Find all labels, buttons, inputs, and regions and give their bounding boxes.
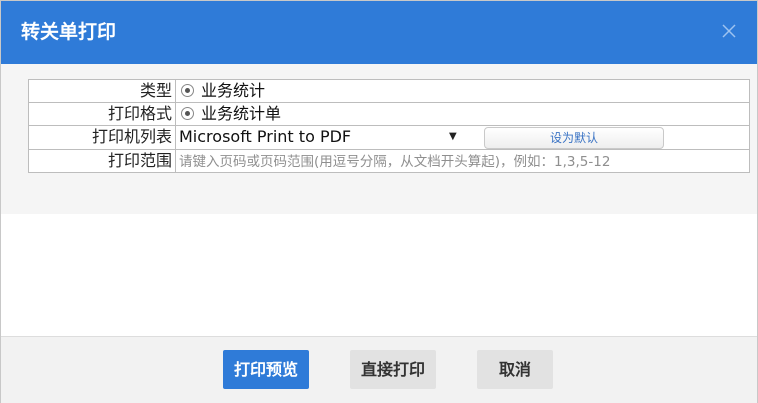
type-value: 业务统计 — [201, 81, 266, 100]
close-icon[interactable] — [719, 21, 739, 41]
type-value-cell: 业务统计 — [175, 79, 750, 103]
range-value-cell — [175, 148, 750, 173]
print-preview-button[interactable]: 打印预览 — [223, 350, 309, 389]
direct-print-button[interactable]: 直接打印 — [350, 350, 436, 389]
printer-row: 打印机列表 Microsoft Print to PDF ▼ 设为默认 — [28, 125, 750, 150]
printer-value-cell: Microsoft Print to PDF ▼ 设为默认 — [175, 125, 750, 150]
format-label: 打印格式 — [28, 102, 176, 126]
dialog-footer: 打印预览 直接打印 取消 — [1, 336, 757, 403]
range-row: 打印范围 — [28, 148, 750, 173]
type-row: 类型 业务统计 — [28, 79, 750, 103]
cancel-button[interactable]: 取消 — [477, 350, 553, 389]
range-label: 打印范围 — [28, 148, 176, 173]
printer-select-value: Microsoft Print to PDF — [179, 127, 352, 146]
dialog-title: 转关单打印 — [21, 21, 117, 43]
type-radio[interactable] — [181, 84, 194, 97]
print-dialog: 转关单打印 类型 业务统计 打印格式 业务统计单 打印机列表 Microsoft… — [0, 0, 758, 403]
printer-select[interactable]: Microsoft Print to PDF ▼ — [179, 126, 479, 148]
dialog-titlebar: 转关单打印 — [1, 1, 757, 64]
print-settings-table: 类型 业务统计 打印格式 业务统计单 打印机列表 Microsoft Print… — [28, 79, 750, 173]
type-label: 类型 — [28, 79, 176, 103]
chevron-down-icon: ▼ — [449, 131, 457, 142]
printer-label: 打印机列表 — [28, 125, 176, 150]
page-range-input[interactable] — [179, 153, 739, 170]
format-radio[interactable] — [181, 107, 194, 120]
set-default-button[interactable]: 设为默认 — [484, 126, 664, 149]
format-value-cell: 业务统计单 — [175, 102, 750, 126]
format-value: 业务统计单 — [201, 104, 282, 123]
format-row: 打印格式 业务统计单 — [28, 102, 750, 126]
